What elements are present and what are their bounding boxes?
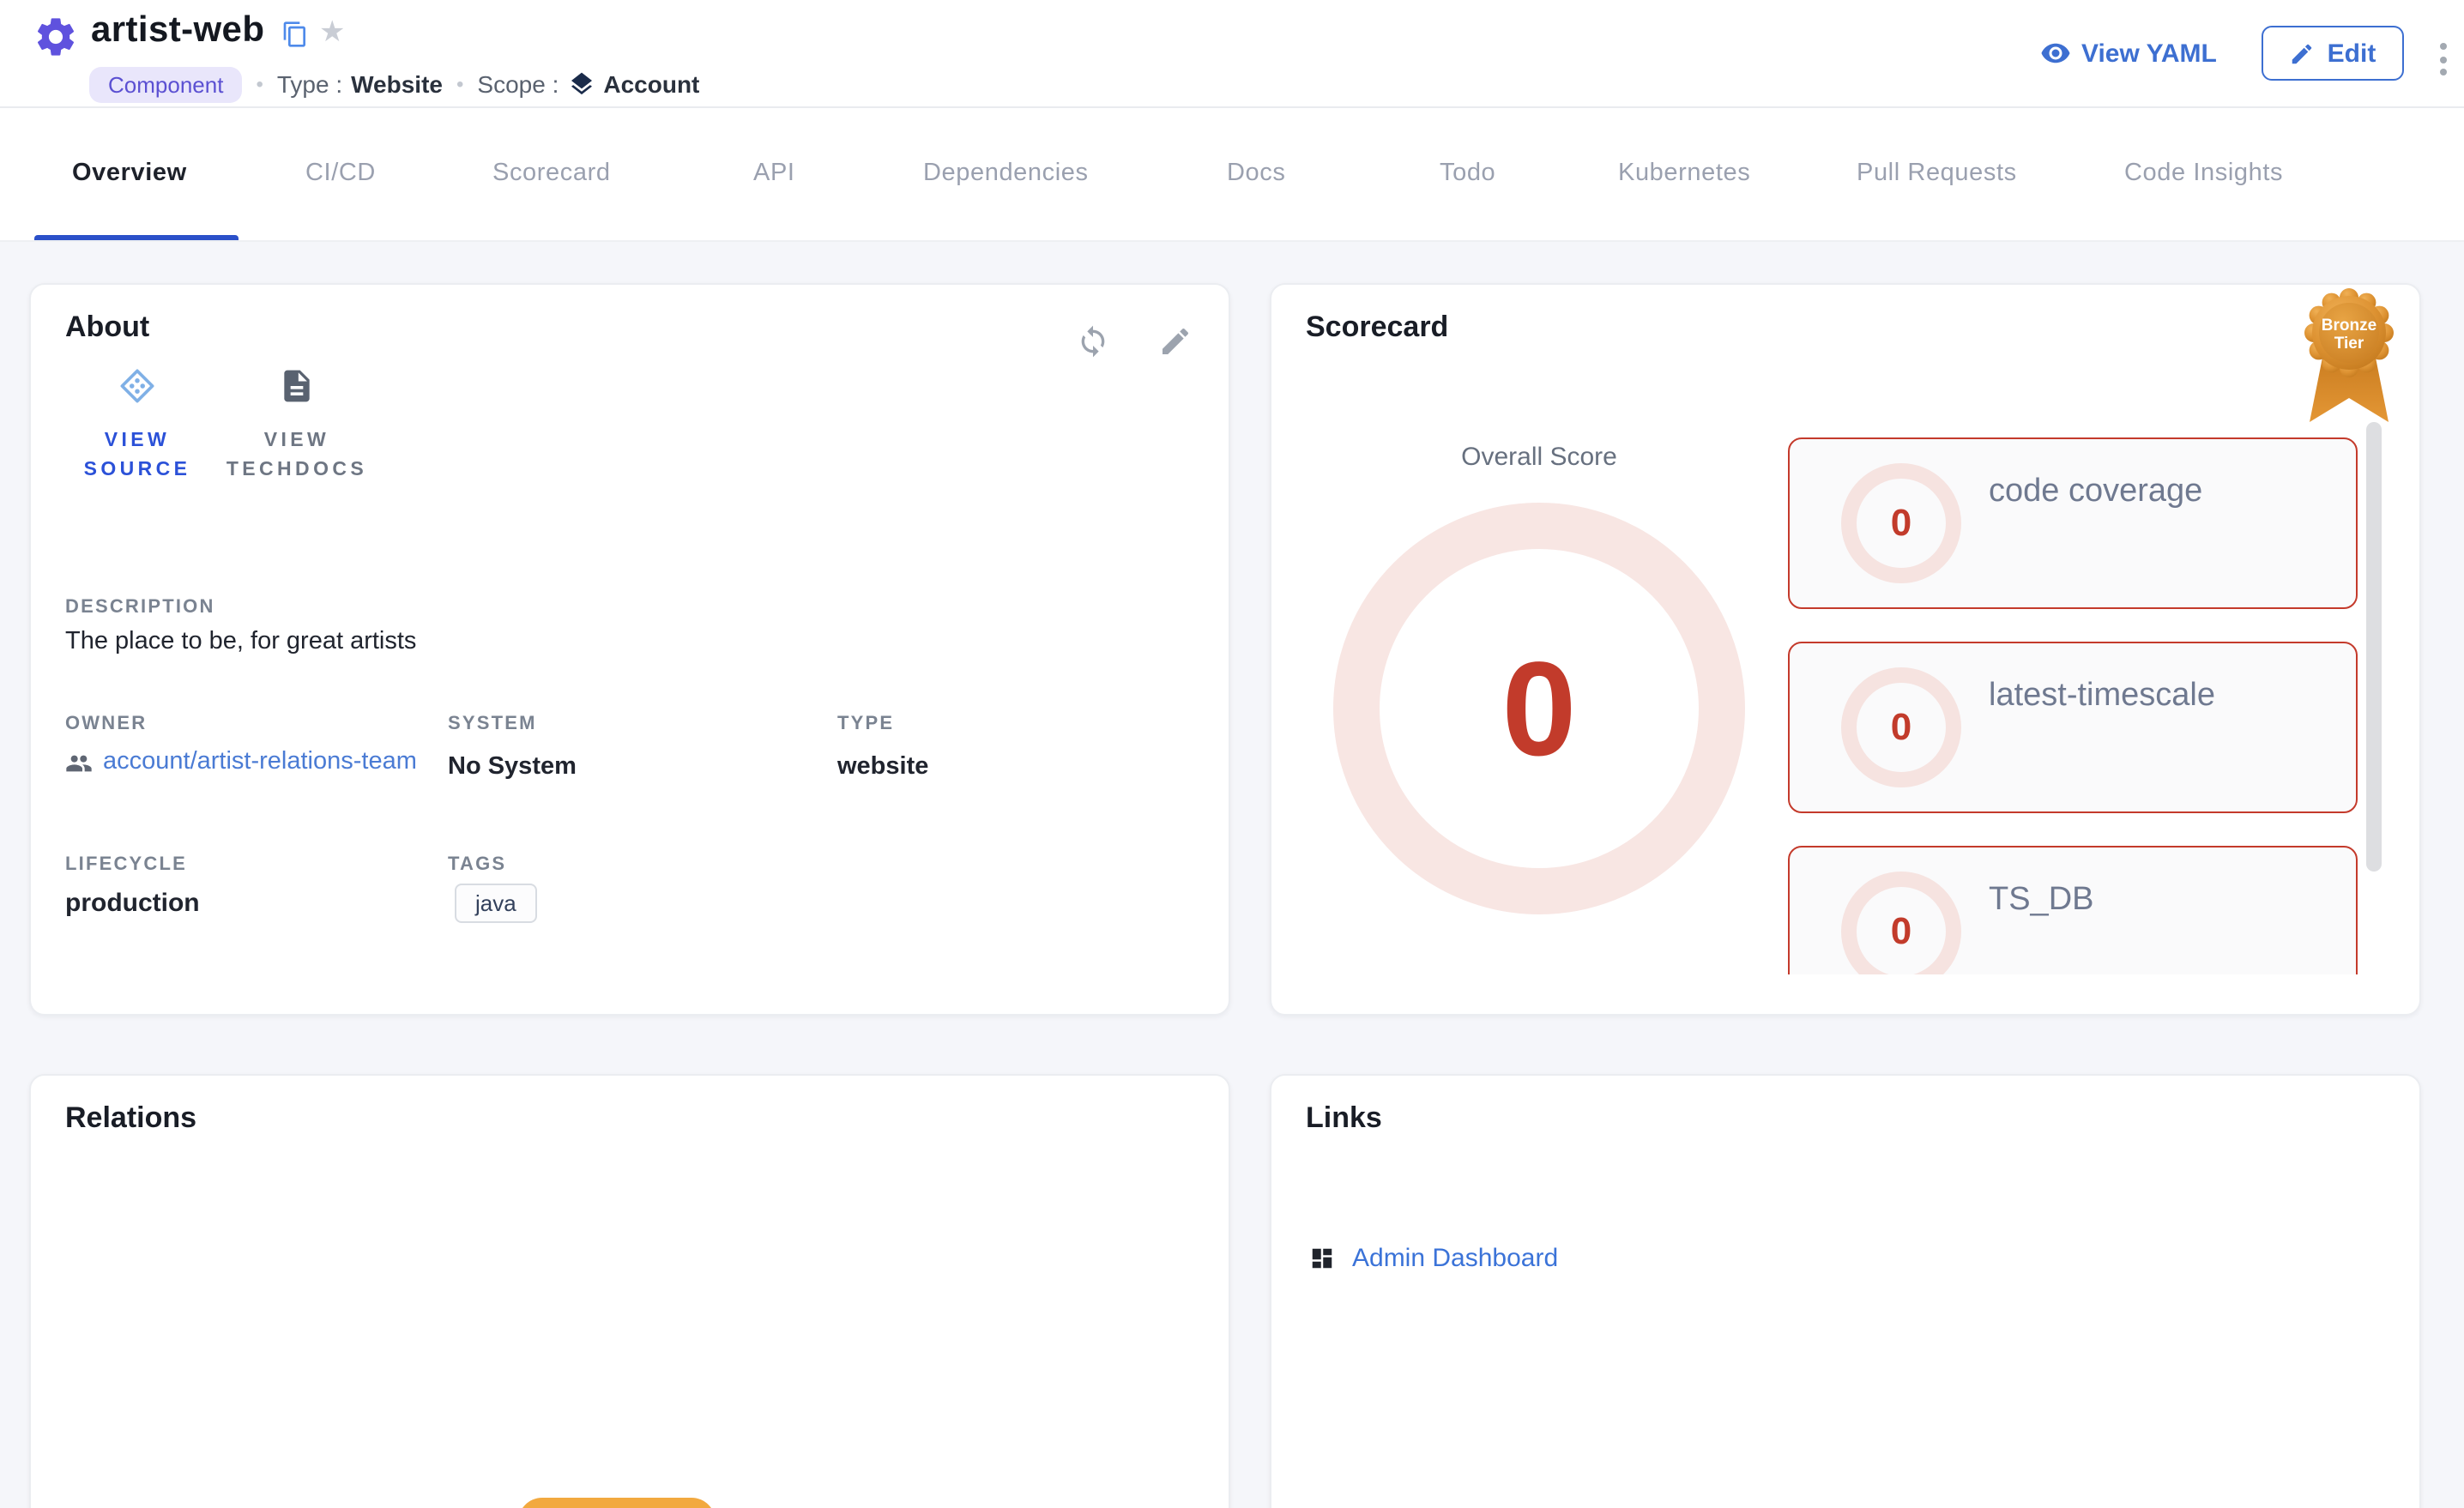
overall-score-donut: 0: [1333, 503, 1745, 914]
techdocs-document-icon: [278, 367, 316, 405]
view-yaml-button[interactable]: View YAML: [2040, 38, 2217, 69]
overall-score-label: Overall Score: [1271, 443, 1807, 472]
dashboard-icon: [1309, 1246, 1335, 1271]
copy-name-icon[interactable]: [281, 21, 309, 48]
check-score-donut: 0: [1841, 872, 1961, 974]
type-label: Type :: [277, 70, 342, 98]
checks-scrollbar[interactable]: [2366, 422, 2382, 872]
tab-overview[interactable]: Overview: [72, 160, 187, 187]
tab-dependencies[interactable]: Dependencies: [923, 160, 1089, 187]
tab-docs[interactable]: Docs: [1227, 160, 1286, 187]
about-card: About VIEW SOURCE VIEW TECHDOCS DESCRIPT…: [29, 283, 1230, 1016]
system-value: No System: [448, 753, 577, 781]
tab-pull-requests[interactable]: Pull Requests: [1857, 160, 2017, 187]
lifecycle-label: LIFECYCLE: [65, 854, 187, 875]
check-row-ts-db[interactable]: 0 TS_DB: [1788, 846, 2358, 974]
check-name: TS_DB: [1989, 882, 2094, 920]
links-title: Links: [1306, 1101, 1382, 1136]
lifecycle-value: production: [65, 889, 200, 918]
pencil-icon: [2290, 40, 2316, 66]
bronze-tier-badge: Bronze Tier: [2301, 288, 2397, 439]
tier-badge-line2: Tier: [2334, 335, 2364, 353]
eye-icon: [2040, 38, 2071, 69]
system-label: SYSTEM: [448, 714, 537, 734]
view-yaml-label: View YAML: [2081, 39, 2217, 68]
scorecard-checks-list: 0 code coverage 0 latest-timescale 0 TS_…: [1788, 437, 2358, 974]
admin-dashboard-link[interactable]: Admin Dashboard: [1352, 1244, 1558, 1273]
check-score-value: 0: [1891, 909, 1912, 954]
more-options-menu-icon[interactable]: [2437, 39, 2450, 79]
owner-row: account/artist-relations-team: [65, 745, 426, 781]
type-label: TYPE: [837, 714, 894, 734]
component-gear-icon: [33, 14, 79, 60]
type-value: Website: [351, 70, 443, 98]
check-score-donut: 0: [1841, 463, 1961, 583]
edit-button[interactable]: Edit: [2262, 26, 2404, 81]
favorite-star-icon[interactable]: ★: [319, 17, 346, 46]
check-score-value: 0: [1891, 501, 1912, 546]
view-source-label: VIEW SOURCE: [55, 427, 220, 486]
kind-badge: Component: [89, 66, 242, 102]
view-techdocs-button[interactable]: VIEW TECHDOCS: [214, 367, 379, 486]
check-score-value: 0: [1891, 705, 1912, 750]
tab-api[interactable]: API: [753, 160, 795, 187]
view-techdocs-label: VIEW TECHDOCS: [214, 427, 379, 486]
tab-cicd[interactable]: CI/CD: [305, 160, 376, 187]
scorecard-card: Scorecard: [1270, 283, 2421, 1016]
tab-scorecard[interactable]: Scorecard: [492, 160, 611, 187]
relations-action-button[interactable]: [518, 1498, 716, 1508]
check-score-donut: 0: [1841, 667, 1961, 787]
meta-separator: •: [456, 72, 463, 96]
about-title: About: [65, 311, 149, 345]
entity-tabs: Overview CI/CD Scorecard API Dependencie…: [0, 108, 2464, 242]
tag-chip-java[interactable]: java: [455, 884, 537, 923]
edit-label: Edit: [2328, 39, 2376, 68]
check-row-code-coverage[interactable]: 0 code coverage: [1788, 437, 2358, 609]
page: artist-web ★ Component • Type : Website …: [0, 0, 2464, 1508]
links-card: Links Admin Dashboard: [1270, 1074, 2421, 1508]
tab-kubernetes[interactable]: Kubernetes: [1618, 160, 1750, 187]
type-value: website: [837, 753, 928, 781]
description-label: DESCRIPTION: [65, 597, 215, 618]
refresh-icon[interactable]: [1076, 324, 1110, 359]
relations-title: Relations: [65, 1101, 196, 1136]
tags-label: TAGS: [448, 854, 506, 875]
overall-score-value: 0: [1502, 642, 1577, 775]
description-value: The place to be, for great artists: [65, 628, 416, 655]
entity-header: artist-web ★ Component • Type : Website …: [0, 0, 2464, 108]
scope-label: Scope :: [477, 70, 559, 98]
scorecard-title: Scorecard: [1306, 311, 1448, 345]
entity-type: Type : Website: [277, 70, 443, 98]
relations-card: Relations: [29, 1074, 1230, 1508]
check-name: latest-timescale: [1989, 678, 2215, 715]
tier-badge-line1: Bronze: [2322, 317, 2376, 335]
check-name: code coverage: [1989, 474, 2202, 511]
edit-about-icon[interactable]: [1158, 324, 1193, 359]
owner-link[interactable]: account/artist-relations-team: [103, 745, 426, 781]
page-title: artist-web: [91, 10, 264, 51]
view-source-button[interactable]: VIEW SOURCE: [55, 367, 220, 486]
tab-todo[interactable]: Todo: [1440, 160, 1495, 187]
check-row-latest-timescale[interactable]: 0 latest-timescale: [1788, 642, 2358, 813]
meta-separator: •: [256, 72, 263, 96]
group-icon: [65, 749, 93, 776]
entity-scope: Scope : Account: [477, 70, 699, 98]
source-diamond-icon: [118, 367, 156, 405]
scope-value: Account: [603, 70, 699, 98]
entity-meta-row: Component • Type : Website • Scope : Acc…: [89, 63, 699, 105]
link-item-admin-dashboard: Admin Dashboard: [1309, 1244, 1558, 1273]
active-tab-indicator: [34, 234, 239, 240]
tab-code-insights[interactable]: Code Insights: [2124, 160, 2283, 187]
owner-label: OWNER: [65, 714, 147, 734]
layers-icon: [567, 70, 595, 98]
